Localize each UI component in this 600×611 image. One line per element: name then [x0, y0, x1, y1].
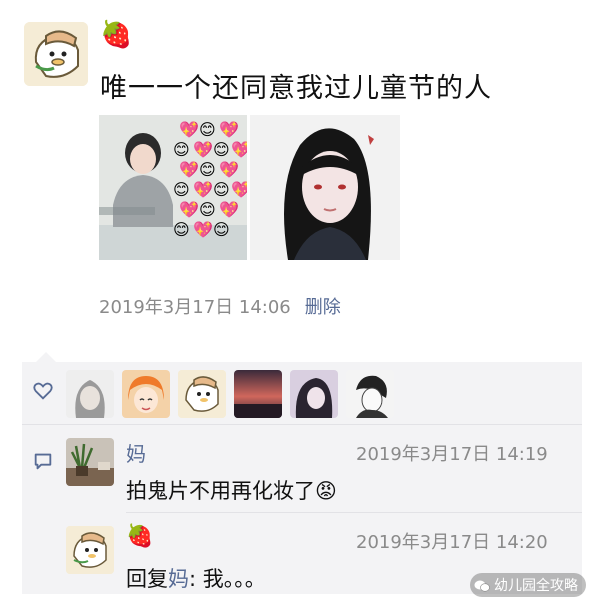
panel-notch	[36, 352, 56, 362]
reply-text: : 我。。。	[189, 567, 266, 591]
post-photo-1[interactable]: 💖 😊 💖 😊 💖 😊 💖 💖 😊 💖 😊 💖 😊 💖 💖 😊 💖 😊 💖 😊	[99, 115, 247, 260]
svg-text:💖: 💖	[219, 120, 239, 139]
svg-text:😊: 😊	[173, 220, 190, 239]
commenter-name-1[interactable]: 妈	[126, 438, 146, 467]
svg-text:😊: 😊	[173, 140, 190, 159]
like-avatar-4[interactable]	[234, 370, 282, 418]
svg-text:😊: 😊	[213, 140, 230, 159]
commenter-name-2[interactable]: 🍓	[126, 524, 153, 549]
likes-divider	[22, 424, 582, 425]
wechat-icon	[474, 580, 490, 592]
delete-link[interactable]: 删除	[305, 297, 341, 318]
reply-prefix: 回复	[126, 567, 168, 591]
svg-text:😊: 😊	[173, 180, 190, 199]
poster-avatar[interactable]	[24, 22, 88, 86]
comment-time-1: 2019年3月17日 14:19	[356, 444, 548, 465]
comment-divider	[126, 512, 582, 513]
svg-text:😊: 😊	[213, 220, 230, 239]
like-avatar-5[interactable]	[290, 370, 338, 418]
svg-text:💖: 💖	[193, 220, 213, 239]
post-text: 唯一一个还同意我过儿童节的人	[100, 73, 492, 104]
likes-comments-panel: 妈 2019年3月17日 14:19 拍鬼片不用再化妆了😡 🍓 2019年3月1…	[22, 362, 582, 594]
comment-icon	[34, 453, 52, 470]
like-avatar-1[interactable]	[66, 370, 114, 418]
like-avatar-3[interactable]	[178, 370, 226, 418]
heart-outline-icon	[33, 382, 53, 400]
likes-row	[22, 362, 582, 422]
watermark-text: 幼儿园全攻略	[494, 578, 578, 594]
svg-text:💖: 💖	[179, 200, 199, 219]
svg-text:💖: 💖	[193, 180, 213, 199]
commenter-avatar-2[interactable]	[66, 526, 114, 574]
comment-text-1[interactable]: 拍鬼片不用再化妆了😡	[126, 475, 337, 505]
svg-text:💖: 💖	[179, 120, 199, 139]
poster-name-emoji[interactable]: 🍓	[100, 22, 132, 48]
svg-text:💖: 💖	[219, 160, 239, 179]
commenter-avatar-1[interactable]	[66, 438, 114, 486]
like-avatar-6[interactable]	[346, 370, 394, 418]
like-avatar-2[interactable]	[122, 370, 170, 418]
post-meta: 2019年3月17日 14:06 删除	[99, 293, 341, 319]
svg-text:💖: 💖	[179, 160, 199, 179]
watermark: 幼儿园全攻略	[470, 573, 586, 597]
post-timestamp: 2019年3月17日 14:06	[99, 297, 291, 318]
svg-text:💖: 💖	[193, 140, 213, 159]
angry-face-emoji: 😡	[315, 479, 337, 503]
svg-text:😊: 😊	[213, 180, 230, 199]
comment-text-1-body: 拍鬼片不用再化妆了	[126, 479, 315, 503]
comment-time-2: 2019年3月17日 14:20	[356, 532, 548, 553]
reply-target-name[interactable]: 妈	[168, 567, 189, 591]
svg-text:💖: 💖	[219, 200, 239, 219]
svg-text:😊: 😊	[199, 160, 216, 179]
comment-text-2[interactable]: 回复妈: 我。。。	[126, 563, 266, 593]
svg-text:💖: 💖	[231, 140, 247, 159]
post-photo-2[interactable]	[250, 115, 400, 260]
svg-text:😊: 😊	[199, 120, 216, 139]
svg-text:💖: 💖	[231, 180, 247, 199]
svg-text:😊: 😊	[199, 200, 216, 219]
